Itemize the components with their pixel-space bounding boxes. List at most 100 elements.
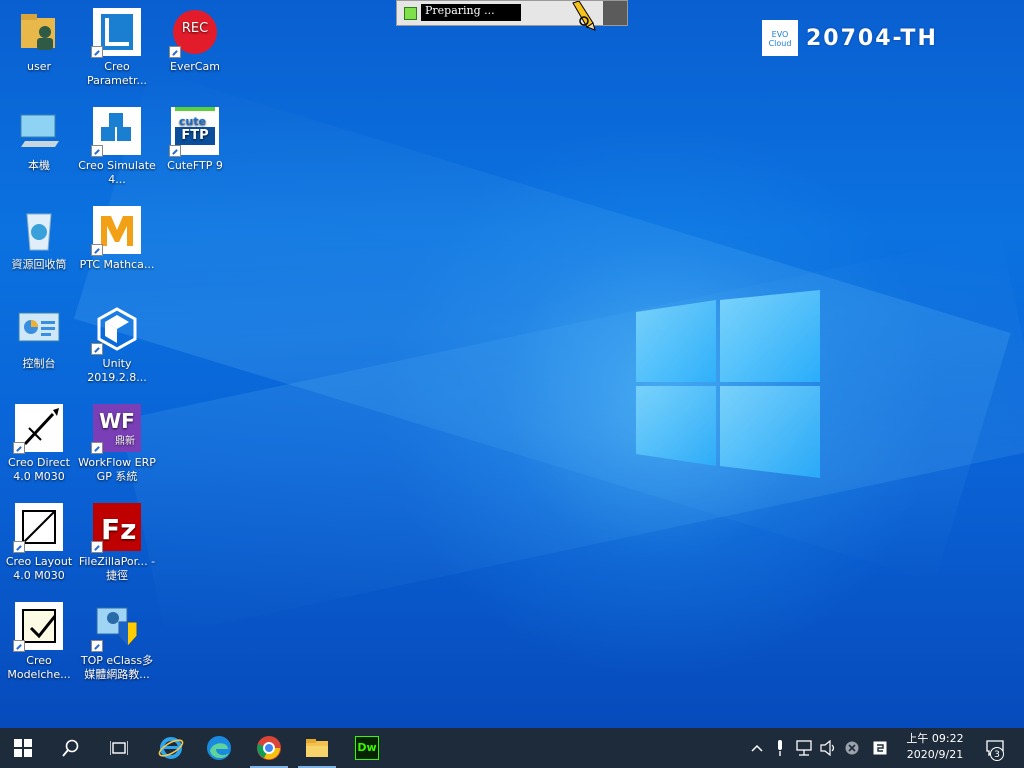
network-icon	[796, 740, 812, 756]
desktop-icon-label: CuteFTP 9	[167, 159, 223, 172]
show-hidden-icons[interactable]	[746, 728, 768, 768]
start-button[interactable]	[0, 728, 46, 768]
search-button[interactable]	[48, 728, 94, 768]
tray-microphone[interactable]	[770, 728, 790, 768]
unity-icon	[91, 305, 141, 355]
taskbar-chrome[interactable]	[246, 728, 292, 768]
cuteftp-icon: cute FTP	[169, 107, 219, 157]
taskbar-edge[interactable]	[196, 728, 242, 768]
shortcut-arrow-icon	[91, 541, 103, 553]
desktop-icon-label: 資源回收筒	[11, 258, 67, 271]
wf-badge: WF	[99, 409, 135, 433]
close-circle-icon	[845, 741, 859, 755]
desktop-icon-label: Creo Layout 4.0 M030	[5, 555, 73, 582]
desktop-icon-recycle-bin[interactable]: 資源回收筒	[0, 206, 78, 272]
desktop-icon-label: Creo Modelche...	[7, 654, 71, 681]
desktop-icon-top-eclass[interactable]: TOP eClass多媒體網路教...	[78, 602, 156, 682]
desktop-icon-unity[interactable]: Unity 2019.2.8...	[78, 305, 156, 385]
desktop-icon-label: Creo Direct 4.0 M030	[8, 456, 70, 483]
creo-parametric-icon	[91, 8, 141, 58]
volume-icon	[820, 740, 835, 756]
cuteftp-green-stripe	[175, 107, 215, 111]
rec-badge: REC	[181, 21, 209, 36]
edge-icon	[207, 736, 231, 760]
task-view-icon	[110, 741, 128, 755]
creo-layout-icon	[13, 503, 63, 553]
pencil-icon[interactable]	[569, 1, 599, 31]
evercam-icon: REC	[169, 8, 219, 58]
shortcut-arrow-icon	[91, 343, 103, 355]
task-view-button[interactable]	[96, 728, 142, 768]
cuteftp-badge-bottom: FTP	[175, 127, 215, 145]
shortcut-arrow-icon	[169, 46, 181, 58]
desktop-icon-creo-modelcheck[interactable]: Creo Modelche...	[0, 602, 78, 682]
dreamweaver-icon-label: Dw	[357, 741, 377, 754]
preparing-window-edge	[603, 1, 627, 25]
windows-start-icon	[14, 739, 32, 757]
creo-direct-icon	[13, 404, 63, 454]
search-icon	[62, 739, 79, 757]
shortcut-arrow-icon	[13, 640, 25, 652]
filezilla-icon: Fz	[91, 503, 141, 553]
desktop-icon-creo-parametric[interactable]: Creo Parametr...	[78, 8, 156, 88]
desktop-icon-label: EverCam	[170, 60, 220, 73]
tray-network[interactable]	[792, 728, 816, 768]
tray-status[interactable]	[842, 728, 862, 768]
preparing-status: Preparing ...	[421, 4, 521, 21]
desktop-icon-filezilla[interactable]: Fz FileZillaPor... - 捷徑	[78, 503, 156, 583]
desktop-icon-user[interactable]: user	[0, 8, 78, 74]
evo-cloud-logo: EVO Cloud	[762, 20, 798, 56]
taskbar-file-explorer[interactable]	[294, 728, 340, 768]
shortcut-arrow-icon	[91, 145, 103, 157]
desktop-icon-label: WorkFlow ERP GP 系統	[78, 456, 156, 483]
evo-logo-text: EVO	[771, 30, 789, 39]
hostname-label: 20704-TH	[806, 26, 938, 51]
desktop-icon-creo-simulate[interactable]: Creo Simulate 4...	[78, 107, 156, 187]
desktop-icon-creo-direct[interactable]: Creo Direct 4.0 M030	[0, 404, 78, 484]
desktop-icon-evercam[interactable]: REC EverCam	[156, 8, 234, 74]
desktop-icon-label: PTC Mathca...	[79, 258, 155, 271]
shortcut-arrow-icon	[91, 244, 103, 256]
shortcut-arrow-icon	[91, 640, 103, 652]
chevron-up-icon	[751, 744, 763, 752]
cloud-logo-text: Cloud	[768, 39, 792, 48]
desktop-icon-ptc-mathcad[interactable]: PTC Mathca...	[78, 206, 156, 272]
ptc-mathcad-icon	[91, 206, 141, 256]
tray-input-method[interactable]	[868, 728, 892, 768]
shortcut-arrow-icon	[169, 145, 181, 157]
desktop-icon-this-pc[interactable]: 本機	[0, 107, 78, 173]
workflow-erp-icon: WF 鼎新	[91, 404, 141, 454]
shortcut-arrow-icon	[13, 541, 25, 553]
taskbar: Dw 上午 09:22 2020/9/21	[0, 728, 1024, 768]
taskbar-internet-explorer[interactable]	[148, 728, 194, 768]
microphone-icon	[778, 740, 782, 756]
user-folder-icon	[15, 8, 63, 56]
control-panel-icon	[15, 305, 63, 353]
creo-simulate-icon	[91, 107, 141, 157]
shortcut-arrow-icon	[91, 442, 103, 454]
chrome-icon	[257, 736, 281, 760]
desktop-icon-control-panel[interactable]: 控制台	[0, 305, 78, 371]
desktop-icon-cuteftp[interactable]: cute FTP CuteFTP 9	[156, 107, 234, 173]
clock-date: 2020/9/21	[906, 748, 964, 761]
desktop-icon-label: Unity 2019.2.8...	[87, 357, 147, 384]
svg-text:Fz: Fz	[101, 513, 136, 546]
clock[interactable]: 上午 09:22 2020/9/21	[896, 731, 974, 763]
desktop-icon-label: user	[27, 60, 51, 73]
top-eclass-icon	[91, 602, 141, 652]
dreamweaver-icon: Dw	[355, 736, 379, 760]
desktop-icon-workflow-erp[interactable]: WF 鼎新 WorkFlow ERP GP 系統	[78, 404, 156, 484]
creo-modelcheck-icon	[13, 602, 63, 652]
taskbar-dreamweaver[interactable]: Dw	[344, 728, 390, 768]
desktop-icon-creo-layout[interactable]: Creo Layout 4.0 M030	[0, 503, 78, 583]
notification-count-badge: 3	[990, 747, 1004, 761]
desktop-icon-label: Creo Parametr...	[87, 60, 147, 87]
desktop-icon-label: 控制台	[22, 357, 56, 370]
desktop-icon-label: TOP eClass多媒體網路教...	[80, 654, 154, 681]
windows-logo-wallpaper	[636, 290, 820, 478]
desktop-icon-label: 本機	[28, 159, 50, 172]
tray-volume[interactable]	[818, 728, 840, 768]
clock-time: 上午 09:22	[906, 732, 964, 745]
shortcut-arrow-icon	[91, 46, 103, 58]
recycle-bin-icon	[15, 206, 63, 254]
